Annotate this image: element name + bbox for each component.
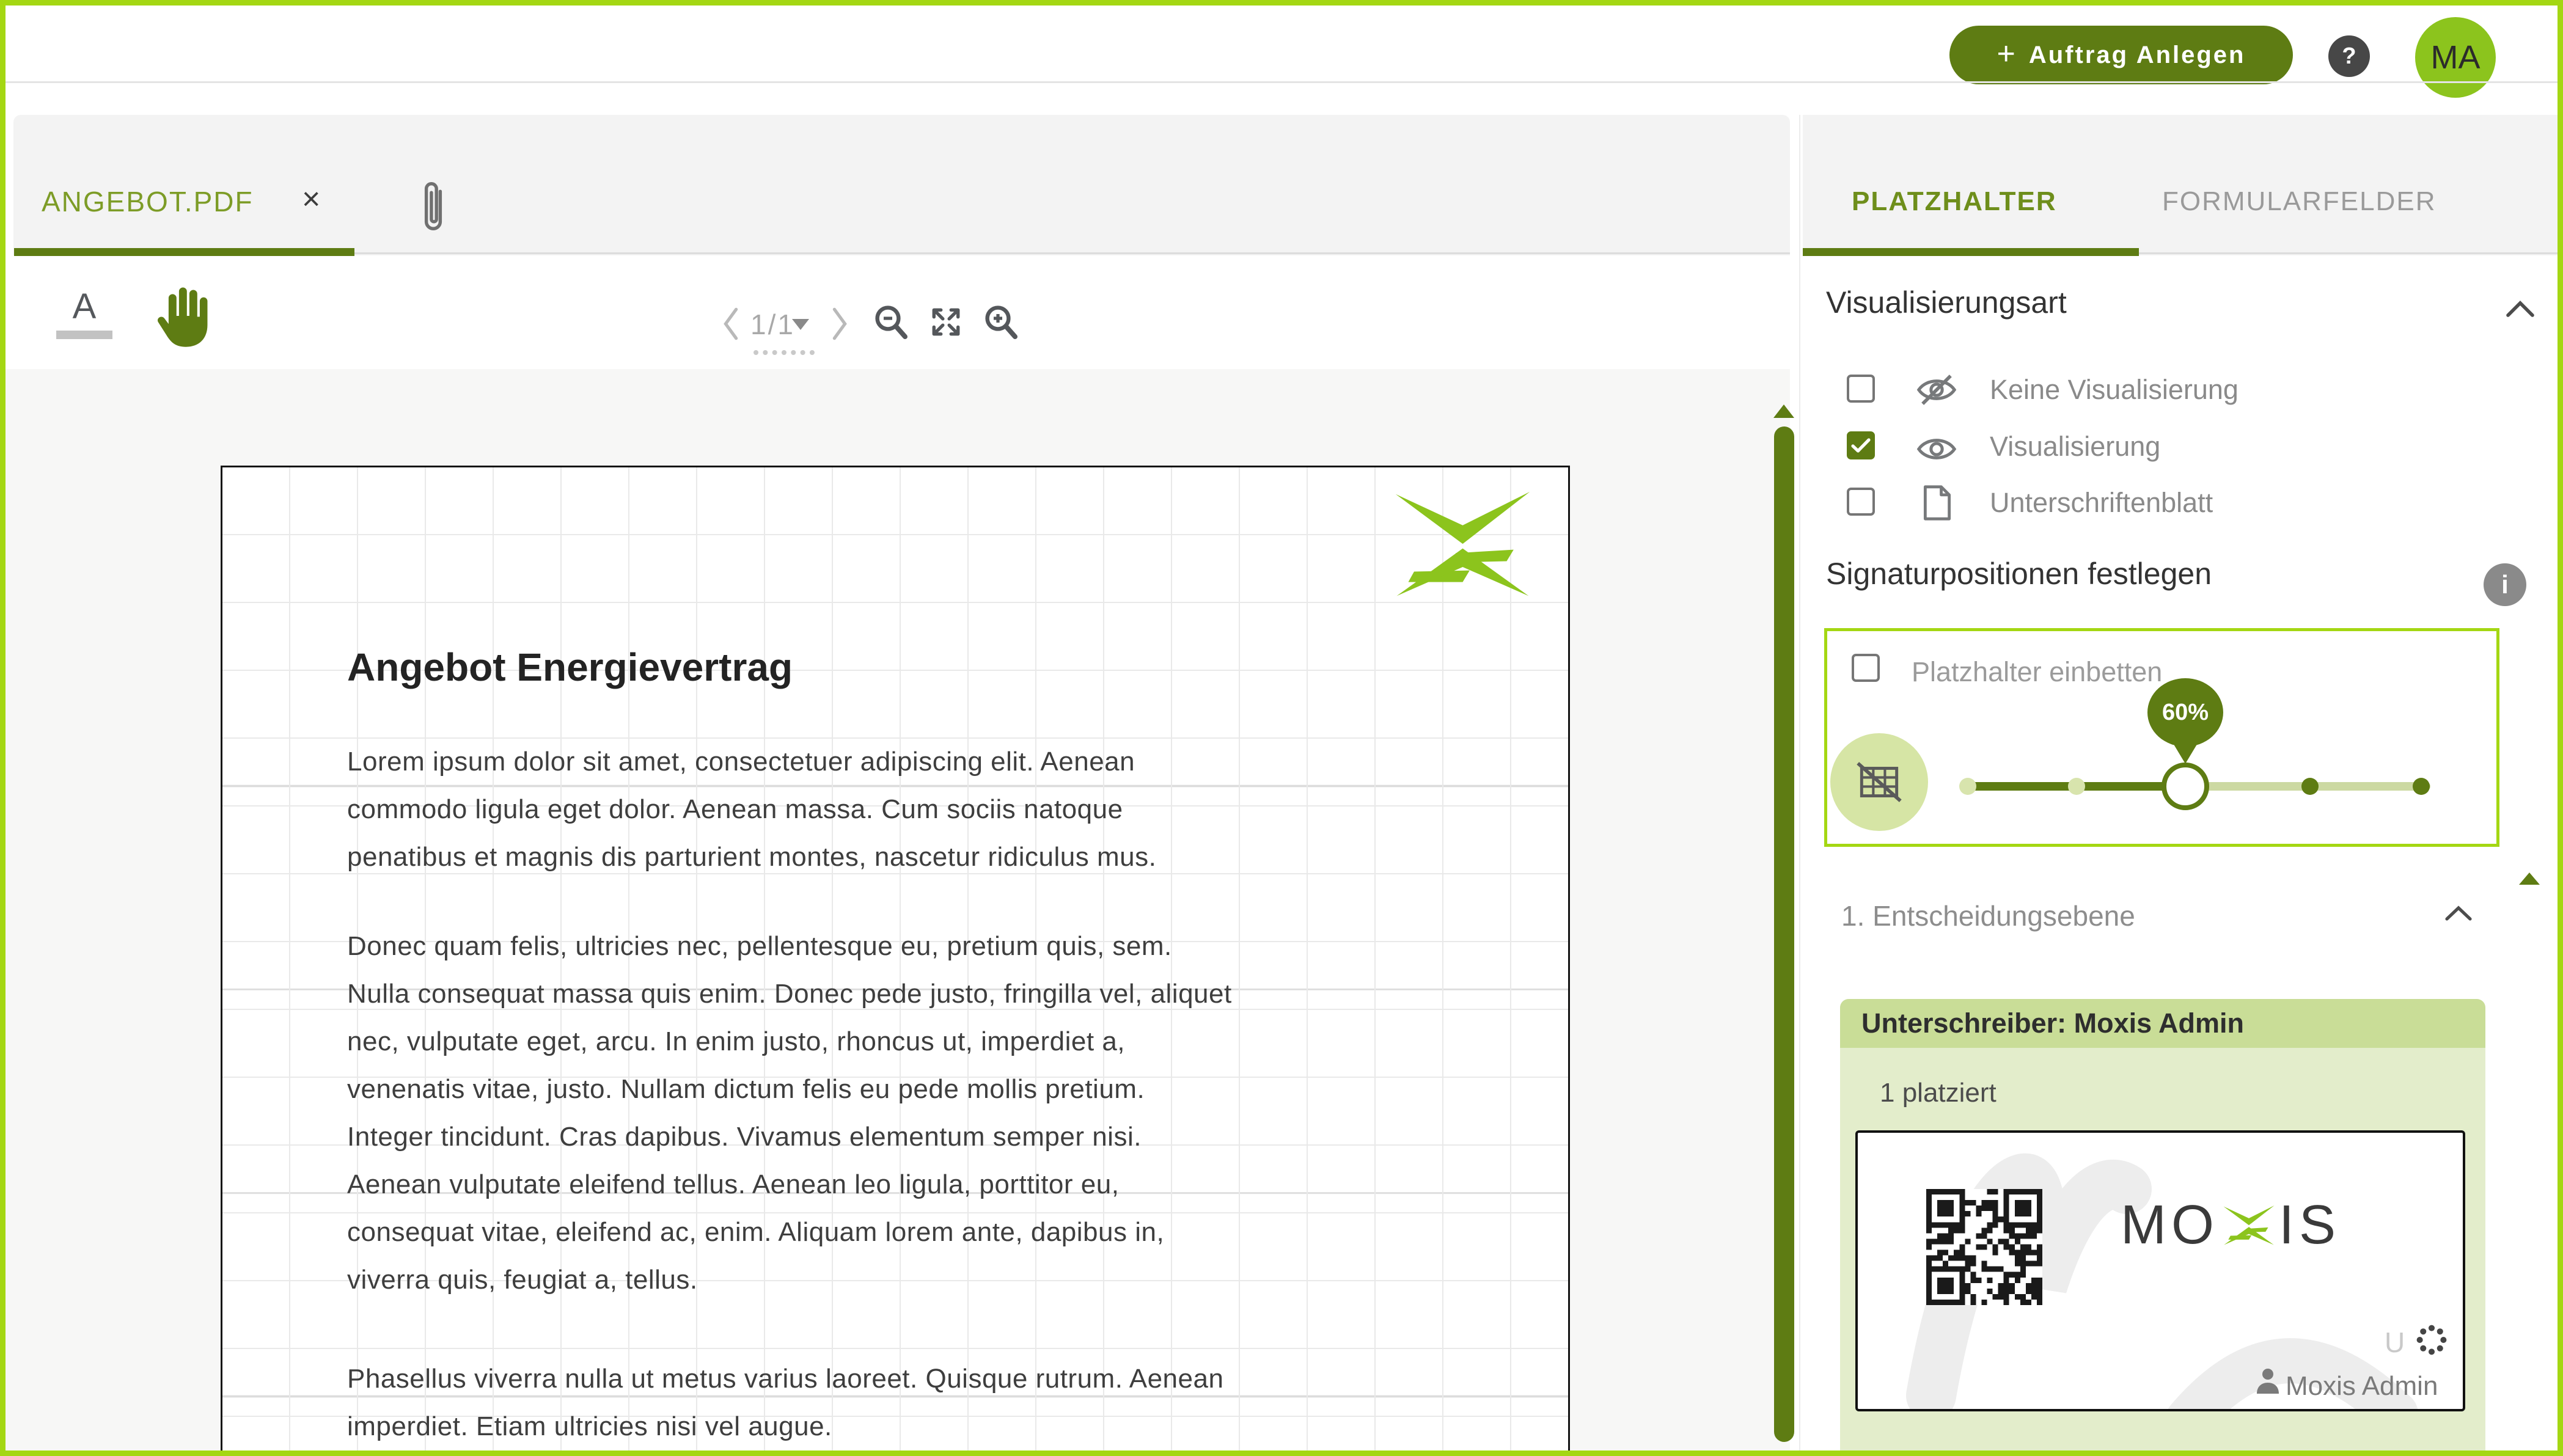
moxis-wordmark: MO IS: [2121, 1194, 2341, 1257]
viewer-scrollbar[interactable]: [1774, 426, 1794, 1442]
checkbox-keine-visualisierung[interactable]: [1847, 375, 1875, 403]
help-button[interactable]: ?: [2328, 35, 2370, 77]
document-tabstrip: [13, 115, 1790, 255]
chevron-up-icon[interactable]: [2444, 905, 2473, 921]
eye-off-icon: [1916, 374, 1957, 406]
pdf-document-title: Angebot Energievertrag: [347, 645, 793, 690]
fullscreen-icon[interactable]: [929, 304, 963, 340]
app-window: + Auftrag Anlegen ? MA ANGEBOT.PDF × A 1…: [0, 0, 2563, 1456]
text-tool-icon[interactable]: A: [56, 286, 112, 339]
tab-formularfelder[interactable]: FORMULARFELDER: [2162, 186, 2436, 217]
option-label: Visualisierung: [1990, 431, 2160, 463]
tabstrip-border: [354, 252, 1790, 254]
page-indicator-underline: [754, 350, 815, 355]
signer-card-title: Unterschreiber: Moxis Admin: [1861, 1008, 2244, 1039]
sidebar-divider: [1799, 115, 1800, 1451]
visualisierungsart-title: Visualisierungsart: [1826, 285, 2067, 320]
slider-step-dot[interactable]: [2068, 778, 2085, 795]
sidebar-tabstrip-border: [2139, 252, 2558, 254]
create-order-button[interactable]: + Auftrag Anlegen: [1949, 26, 2293, 84]
info-glyph: i: [2501, 570, 2509, 599]
hand-tool-icon[interactable]: [152, 281, 214, 348]
pdf-paragraph: Donec quam felis, ultricies nec, pellent…: [347, 923, 1508, 1304]
topbar-divider: [5, 81, 2558, 83]
checkbox-unterschriftenblatt[interactable]: [1847, 488, 1875, 516]
zoom-out-icon[interactable]: [873, 303, 909, 342]
moxis-x-icon: [2223, 1204, 2275, 1247]
status-letter: U: [2385, 1326, 2405, 1359]
drag-dots-icon[interactable]: [2413, 1321, 2451, 1359]
slider-step-dot[interactable]: [2413, 778, 2430, 795]
pdf-paragraph: Lorem ipsum dolor sit amet, consectetuer…: [347, 738, 1508, 881]
paperclip-icon[interactable]: [416, 175, 451, 238]
slider-step-dot[interactable]: [1959, 778, 1976, 795]
sidebar-tabstrip: [1803, 115, 2558, 255]
scroll-up-arrow[interactable]: [1773, 404, 1794, 418]
tab-angebot-pdf[interactable]: ANGEBOT.PDF: [42, 185, 254, 218]
entscheidungsebene-title: 1. Entscheidungsebene: [1841, 899, 2135, 932]
page-dropdown-caret-icon[interactable]: [792, 319, 809, 330]
placed-count: 1 platziert: [1880, 1078, 1997, 1108]
moxis-x-logo: [1391, 491, 1535, 599]
page-next-icon[interactable]: [831, 307, 848, 341]
slider-balloon-tail: [2171, 739, 2200, 764]
embed-label: Platzhalter einbetten: [1912, 656, 2162, 688]
info-icon[interactable]: i: [2484, 563, 2526, 606]
option-label: Keine Visualisierung: [1990, 374, 2238, 406]
signaturpositionen-title: Signaturpositionen festlegen: [1826, 556, 2212, 591]
signer-name: Moxis Admin: [2286, 1371, 2438, 1402]
text-tool-glyph: A: [56, 286, 112, 327]
checkbox-visualisierung[interactable]: [1847, 431, 1875, 459]
checkbox-platzhalter-einbetten[interactable]: [1852, 654, 1880, 682]
pdf-paragraph: Phasellus viverra nulla ut metus varius …: [347, 1355, 1508, 1451]
grid-slash-icon: [1853, 756, 1905, 808]
text-tool-underline: [56, 331, 112, 339]
question-mark-icon: ?: [2342, 43, 2356, 70]
option-label: Unterschriftenblatt: [1990, 487, 2213, 519]
create-order-label: Auftrag Anlegen: [2029, 42, 2246, 69]
plus-icon: +: [1997, 38, 2015, 70]
qr-code: [1926, 1189, 2042, 1305]
page-indicator[interactable]: 1/1: [750, 308, 795, 341]
signer-card-header[interactable]: Unterschreiber: Moxis Admin: [1840, 999, 2485, 1048]
signature-placeholder-preview[interactable]: MO IS U Moxis Admin: [1855, 1130, 2465, 1411]
close-icon[interactable]: ×: [302, 181, 320, 218]
document-icon: [1923, 484, 1952, 522]
avatar-initials: MA: [2431, 38, 2480, 76]
tab-platzhalter[interactable]: PLATZHALTER: [1852, 186, 2057, 217]
pdf-page: Angebot Energievertrag Lorem ipsum dolor…: [221, 466, 1570, 1456]
slider-step-dot[interactable]: [2301, 778, 2319, 795]
wordmark-is: IS: [2279, 1194, 2341, 1257]
slider-value: 60%: [2162, 700, 2209, 726]
chevron-up-icon[interactable]: [2506, 301, 2535, 318]
wordmark-mo: MO: [2121, 1194, 2219, 1257]
grid-toggle-button[interactable]: [1830, 733, 1928, 831]
slider-value-balloon: 60%: [2147, 678, 2223, 747]
document-viewport: Angebot Energievertrag Lorem ipsum dolor…: [5, 369, 1790, 1451]
active-sidebar-tab-underline: [1803, 248, 2139, 256]
size-slider-handle[interactable]: [2162, 763, 2209, 810]
person-icon: [2254, 1367, 2282, 1396]
page-prev-icon[interactable]: [722, 307, 739, 341]
active-tab-underline: [14, 248, 354, 256]
zoom-in-icon[interactable]: [983, 303, 1019, 342]
avatar[interactable]: MA: [2415, 17, 2496, 98]
eye-icon: [1916, 433, 1957, 465]
sidebar-scroll-up-arrow[interactable]: [2519, 873, 2540, 885]
